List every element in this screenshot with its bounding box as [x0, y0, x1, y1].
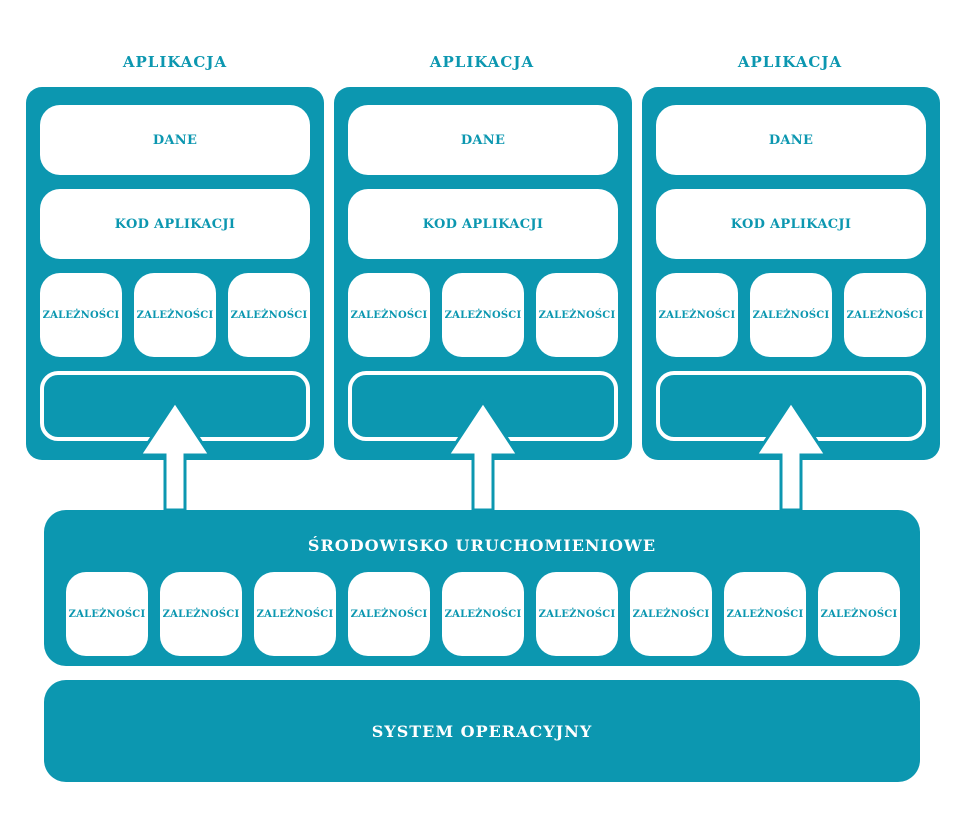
up-arrow-icon: [445, 399, 521, 512]
arrows-layer: [137, 399, 829, 512]
up-arrow-icon: [753, 399, 829, 512]
up-arrow-icon: [137, 399, 213, 512]
